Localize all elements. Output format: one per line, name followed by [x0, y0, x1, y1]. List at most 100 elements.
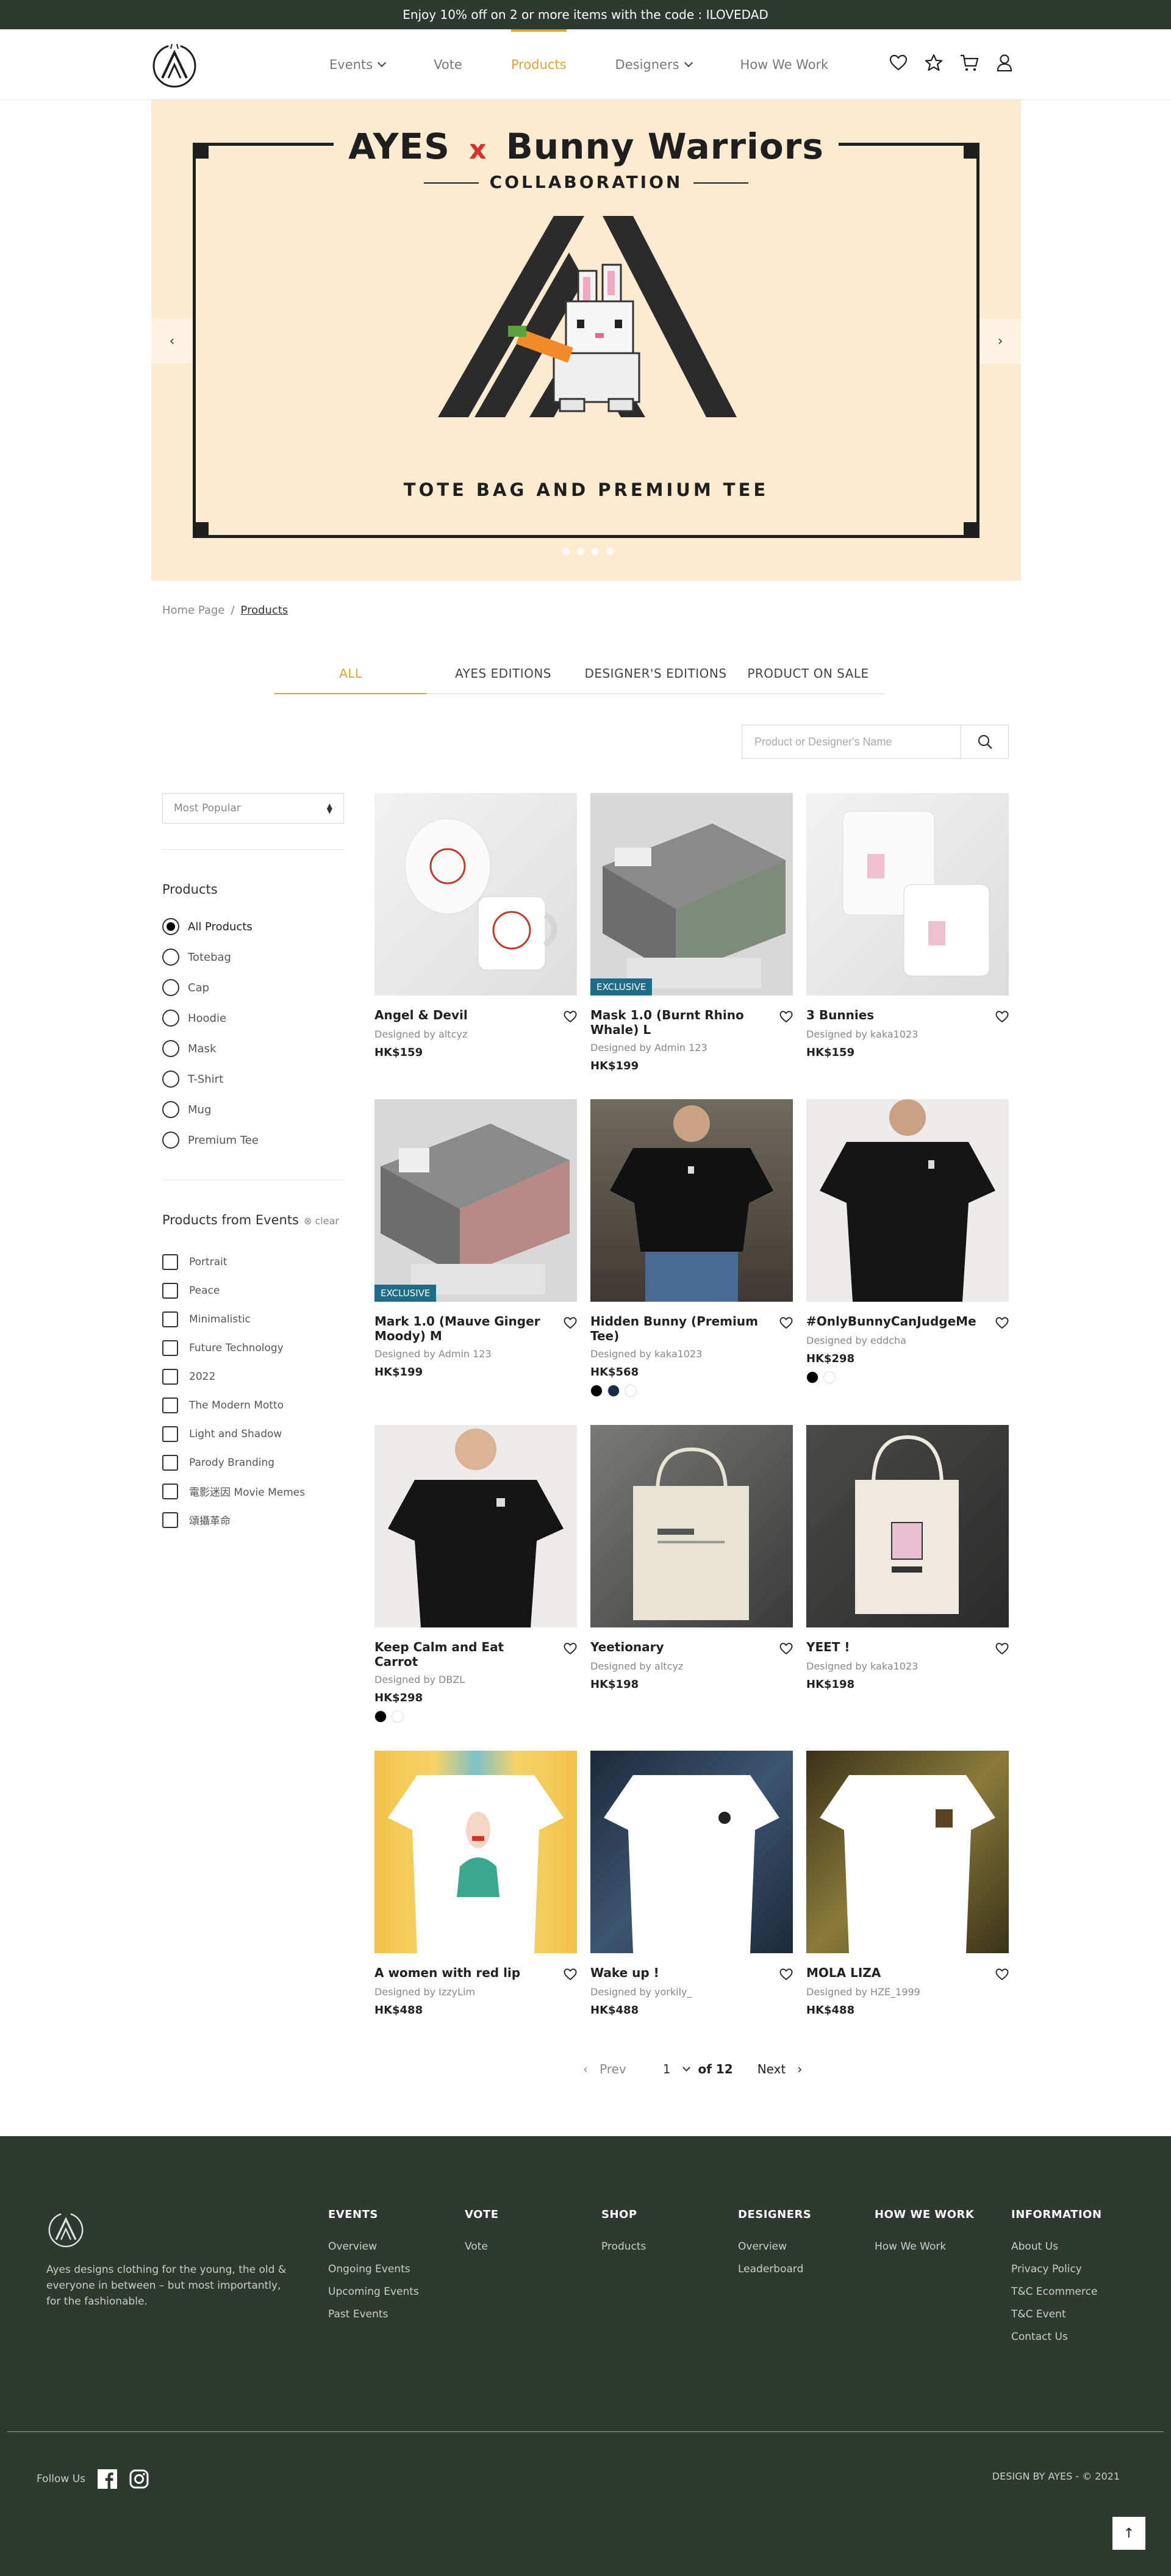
- heart-icon[interactable]: [564, 1010, 577, 1024]
- product-card[interactable]: EXCLUSIVE Mark 1.0 (Mauve Ginger Moody) …: [374, 1099, 577, 1379]
- event-filter-item[interactable]: Portrait: [162, 1247, 305, 1276]
- search-input[interactable]: [742, 725, 961, 758]
- footer-link[interactable]: Past Events: [328, 2308, 419, 2331]
- product-designer[interactable]: Designed by DBZL: [374, 1674, 577, 1685]
- heart-icon[interactable]: [779, 1642, 793, 1656]
- facebook-icon[interactable]: [98, 2469, 118, 2489]
- product-designer[interactable]: Designed by Admin 123: [590, 1042, 793, 1053]
- product-card[interactable]: YEET ! Designed by kaka1023 HK$198: [806, 1425, 1009, 1691]
- slide-dot[interactable]: [592, 548, 599, 555]
- user-icon[interactable]: [994, 52, 1015, 73]
- hero-prev-button[interactable]: ‹: [151, 318, 193, 364]
- footer-logo[interactable]: [46, 2209, 85, 2248]
- event-filter-item[interactable]: Light and Shadow: [162, 1419, 305, 1448]
- checkbox[interactable]: [162, 1340, 178, 1356]
- product-designer[interactable]: Designed by kaka1023: [806, 1028, 1009, 1040]
- slide-dot[interactable]: [606, 548, 614, 555]
- radio-button[interactable]: [162, 1010, 179, 1027]
- product-designer[interactable]: Designed by kaka1023: [806, 1660, 1009, 1672]
- filter-t-shirt[interactable]: T-Shirt: [162, 1064, 259, 1094]
- color-swatch[interactable]: [607, 1385, 620, 1397]
- radio-button[interactable]: [162, 1071, 179, 1088]
- checkbox[interactable]: [162, 1454, 178, 1471]
- product-title[interactable]: A women with red lip: [374, 1965, 520, 1980]
- prev-page-button[interactable]: ‹ Prev: [583, 2062, 626, 2076]
- search-button[interactable]: [961, 725, 1008, 758]
- color-swatch[interactable]: [392, 1710, 404, 1723]
- product-card[interactable]: Keep Calm and Eat Carrot Designed by DBZ…: [374, 1425, 577, 1723]
- slide-dot[interactable]: [562, 548, 570, 555]
- product-title[interactable]: YEET !: [806, 1640, 850, 1654]
- radio-button[interactable]: [162, 1101, 179, 1118]
- color-swatch[interactable]: [625, 1385, 637, 1397]
- filter-mask[interactable]: Mask: [162, 1033, 259, 1064]
- product-image[interactable]: [806, 793, 1009, 996]
- footer-link[interactable]: How We Work: [875, 2241, 974, 2263]
- product-image[interactable]: [590, 1099, 793, 1302]
- filter-totebag[interactable]: Totebag: [162, 942, 259, 972]
- tab-ayes-editions[interactable]: AYES EDITIONS: [427, 666, 579, 694]
- checkbox[interactable]: [162, 1483, 178, 1499]
- event-filter-item[interactable]: 電影迷因 Movie Memes: [162, 1477, 305, 1505]
- checkbox[interactable]: [162, 1282, 178, 1299]
- sort-select[interactable]: Most Popular ▲ ▼: [162, 793, 344, 823]
- product-designer[interactable]: Designed by altcyz: [590, 1660, 793, 1672]
- footer-link[interactable]: T&C Event: [1011, 2308, 1102, 2331]
- star-icon[interactable]: [923, 52, 944, 73]
- radio-button[interactable]: [162, 1040, 179, 1057]
- color-swatch[interactable]: [806, 1371, 818, 1383]
- filter-premium-tee[interactable]: Premium Tee: [162, 1125, 259, 1155]
- heart-icon[interactable]: [564, 1642, 577, 1656]
- heart-icon[interactable]: [564, 1968, 577, 1981]
- product-image[interactable]: [590, 1751, 793, 1953]
- color-swatch[interactable]: [823, 1371, 836, 1383]
- next-page-button[interactable]: Next ›: [757, 2062, 803, 2076]
- footer-link[interactable]: Products: [601, 2241, 646, 2263]
- product-title[interactable]: #OnlyBunnyCanJudgeMe: [806, 1314, 976, 1329]
- product-title[interactable]: Mark 1.0 (Mauve Ginger Moody) M: [374, 1314, 551, 1343]
- event-filter-item[interactable]: The Modern Motto: [162, 1391, 305, 1419]
- checkbox[interactable]: [162, 1368, 178, 1385]
- radio-button[interactable]: [162, 979, 179, 996]
- heart-icon[interactable]: [888, 52, 909, 73]
- nav-events[interactable]: Events: [329, 29, 387, 100]
- nav-how-we-work[interactable]: How We Work: [740, 29, 829, 100]
- checkbox[interactable]: [162, 1254, 178, 1270]
- back-to-top-button[interactable]: ↑: [1112, 2517, 1145, 2550]
- product-title[interactable]: MOLA LIZA: [806, 1965, 881, 1980]
- product-card[interactable]: A women with red lip Designed by IzzyLim…: [374, 1751, 577, 2017]
- event-filter-item[interactable]: Future Technology: [162, 1333, 305, 1362]
- footer-link[interactable]: Privacy Policy: [1011, 2263, 1102, 2286]
- radio-button[interactable]: [162, 1132, 179, 1149]
- heart-icon[interactable]: [995, 1316, 1009, 1330]
- product-image[interactable]: [806, 1099, 1009, 1302]
- event-filter-item[interactable]: Peace: [162, 1276, 305, 1305]
- nav-designers[interactable]: Designers: [615, 29, 693, 100]
- product-title[interactable]: Keep Calm and Eat Carrot: [374, 1640, 551, 1669]
- radio-button[interactable]: [162, 918, 179, 935]
- event-filter-item[interactable]: 頌攝革命: [162, 1505, 305, 1534]
- clear-filter-link[interactable]: ⊗ clear: [304, 1215, 339, 1227]
- event-filter-item[interactable]: Minimalistic: [162, 1305, 305, 1333]
- color-swatch[interactable]: [374, 1710, 387, 1723]
- event-filter-item[interactable]: 2022: [162, 1362, 305, 1391]
- product-designer[interactable]: Designed by IzzyLim: [374, 1986, 577, 1998]
- breadcrumb-home[interactable]: Home Page: [162, 604, 224, 617]
- product-title[interactable]: Mask 1.0 (Burnt Rhino Whale) L: [590, 1008, 767, 1037]
- heart-icon[interactable]: [564, 1316, 577, 1330]
- checkbox[interactable]: [162, 1426, 178, 1442]
- tab-all[interactable]: ALL: [274, 666, 427, 694]
- product-image[interactable]: [374, 793, 577, 996]
- checkbox[interactable]: [162, 1512, 178, 1528]
- footer-link[interactable]: About Us: [1011, 2241, 1102, 2263]
- heart-icon[interactable]: [995, 1968, 1009, 1981]
- footer-link[interactable]: Contact Us: [1011, 2331, 1102, 2353]
- product-card[interactable]: Wake up ! Designed by yorkily_ HK$488: [590, 1751, 793, 2017]
- footer-link[interactable]: Leaderboard: [738, 2263, 811, 2286]
- radio-button[interactable]: [162, 949, 179, 966]
- product-card[interactable]: MOLA LIZA Designed by HZE_1999 HK$488: [806, 1751, 1009, 2017]
- product-title[interactable]: Yeetionary: [590, 1640, 664, 1654]
- product-title[interactable]: Angel & Devil: [374, 1008, 468, 1022]
- checkbox[interactable]: [162, 1397, 178, 1413]
- heart-icon[interactable]: [995, 1642, 1009, 1656]
